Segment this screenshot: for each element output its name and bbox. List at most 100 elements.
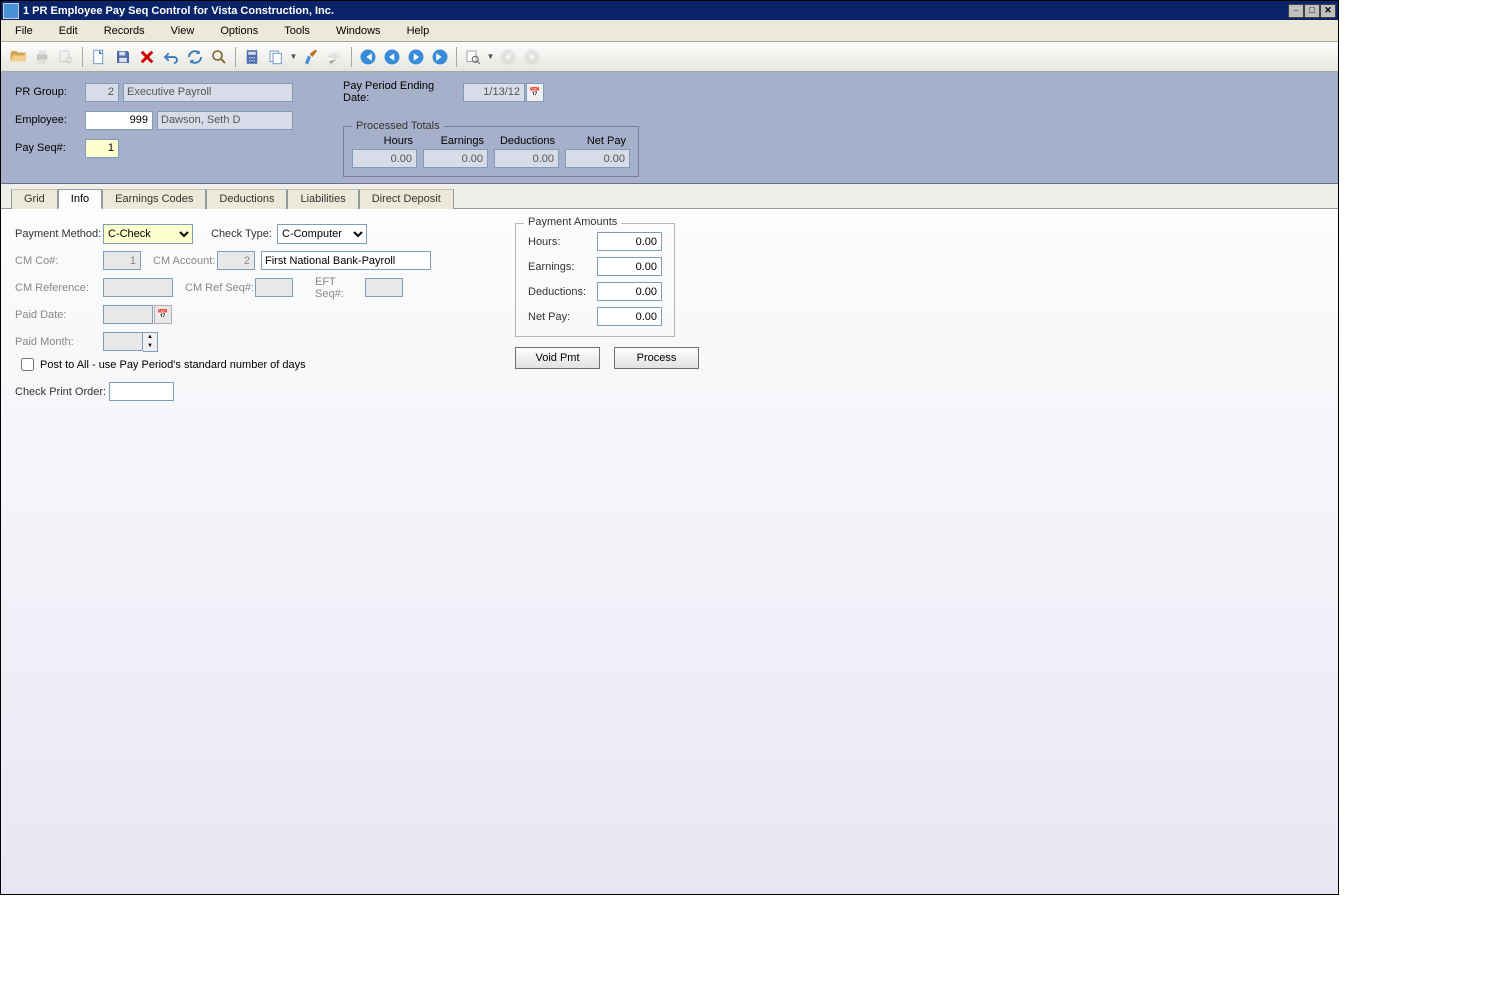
nav-back-icon[interactable] [497,46,519,68]
tab-info[interactable]: Info [58,189,102,209]
prev-record-icon[interactable] [381,46,403,68]
col-earnings-label: Earnings [423,135,488,147]
menu-view[interactable]: View [165,23,201,39]
close-button[interactable] [1320,4,1336,18]
check-type-label: Check Type: [211,228,277,240]
tabs-area: Grid Info Earnings Codes Deductions Liab… [1,184,1338,208]
col-deductions-label: Deductions [494,135,559,147]
post-to-all-checkbox[interactable] [21,358,34,371]
window-title: 1 PR Employee Pay Seq Control for Vista … [23,5,1288,17]
tab-liabilities[interactable]: Liabilities [287,189,358,209]
payment-method-select[interactable]: C-Check [103,224,193,244]
tab-grid[interactable]: Grid [11,189,58,209]
save-icon[interactable] [112,46,134,68]
separator [456,47,457,67]
brush-icon[interactable] [300,46,322,68]
pa-hours-label: Hours: [528,236,560,248]
copy-icon[interactable] [265,46,287,68]
dropdown-icon[interactable]: ▼ [289,52,298,61]
separator [351,47,352,67]
calendar-icon[interactable]: 📅 [154,305,172,324]
pa-netpay-label: Net Pay: [528,311,570,323]
menubar: File Edit Records View Options Tools Win… [1,20,1338,42]
payment-method-label: Payment Method: [15,228,103,240]
refresh-icon[interactable] [184,46,206,68]
pa-netpay-field [597,307,662,326]
find-record-icon[interactable] [462,46,484,68]
menu-options[interactable]: Options [214,23,264,39]
pay-seq-label: Pay Seq#: [15,142,85,154]
processed-totals-group: Processed Totals Hours Earnings Deductio… [343,126,639,177]
print-preview-icon[interactable] [55,46,77,68]
eft-seq-label: EFT Seq#: [315,276,365,300]
check-type-select[interactable]: C-Computer [277,224,367,244]
search-icon[interactable] [208,46,230,68]
open-icon[interactable] [7,46,29,68]
titlebar[interactable]: 1 PR Employee Pay Seq Control for Vista … [1,1,1338,20]
menu-records[interactable]: Records [98,23,151,39]
tab-earnings[interactable]: Earnings Codes [102,189,206,209]
check-print-order-field[interactable] [109,382,174,401]
period-end-label: Pay Period Ending Date: [343,80,463,104]
pt-netpay [565,149,630,168]
check-print-order-label: Check Print Order: [15,386,109,398]
app-window: 1 PR Employee Pay Seq Control for Vista … [0,0,1339,895]
pay-seq-field[interactable] [85,139,119,158]
tab-direct-deposit[interactable]: Direct Deposit [359,189,454,209]
delete-icon[interactable] [136,46,158,68]
pr-group-desc [123,83,293,102]
paid-month-label: Paid Month: [15,336,103,348]
app-icon [3,3,19,19]
toolbar: ▼ ABC ▼ [1,42,1338,72]
pa-deductions-label: Deductions: [528,286,586,298]
cm-account-field [217,251,255,270]
spinner-down-icon[interactable]: ▼ [143,342,157,351]
cm-ref-field [103,278,173,297]
nav-forward-icon[interactable] [521,46,543,68]
calculator-icon[interactable] [241,46,263,68]
pt-deductions [494,149,559,168]
pa-deductions-field [597,282,662,301]
col-netpay-label: Net Pay [565,135,630,147]
cm-ref-seq-field [255,278,293,297]
cm-ref-seq-label: CM Ref Seq#: [185,282,255,294]
menu-tools[interactable]: Tools [278,23,316,39]
first-record-icon[interactable] [357,46,379,68]
menu-file[interactable]: File [9,23,39,39]
paid-month-field [103,332,143,351]
menu-edit[interactable]: Edit [53,23,84,39]
eft-seq-field [365,278,403,297]
menu-windows[interactable]: Windows [330,23,387,39]
col-hours-label: Hours [352,135,417,147]
pt-earnings [423,149,488,168]
process-button[interactable]: Process [614,347,699,369]
next-record-icon[interactable] [405,46,427,68]
employee-field[interactable] [85,111,153,130]
print-icon[interactable] [31,46,53,68]
new-icon[interactable] [88,46,110,68]
last-record-icon[interactable] [429,46,451,68]
maximize-button[interactable] [1304,4,1320,18]
minimize-button[interactable] [1288,4,1304,18]
tab-deductions[interactable]: Deductions [206,189,287,209]
spellcheck-icon[interactable]: ABC [324,46,346,68]
cm-ref-label: CM Reference: [15,282,103,294]
pr-group-field [85,83,119,102]
separator [235,47,236,67]
paid-date-label: Paid Date: [15,309,103,321]
void-pmt-button[interactable]: Void Pmt [515,347,600,369]
paid-date-field [103,305,153,324]
pa-hours-field [597,232,662,251]
undo-icon[interactable] [160,46,182,68]
dropdown-icon[interactable]: ▼ [486,52,495,61]
employee-desc [157,111,293,130]
spinner-up-icon[interactable]: ▲ [143,333,157,342]
calendar-icon[interactable]: 📅 [526,83,544,102]
cm-co-field [103,251,141,270]
tab-content-info: Payment Method: C-Check Check Type: C-Co… [1,208,1338,894]
cm-account-desc[interactable] [261,251,431,270]
payment-amounts-group: Payment Amounts Hours: Earnings: Deducti… [515,223,675,337]
menu-help[interactable]: Help [401,23,436,39]
svg-text:ABC: ABC [328,52,342,59]
pr-group-label: PR Group: [15,86,85,98]
